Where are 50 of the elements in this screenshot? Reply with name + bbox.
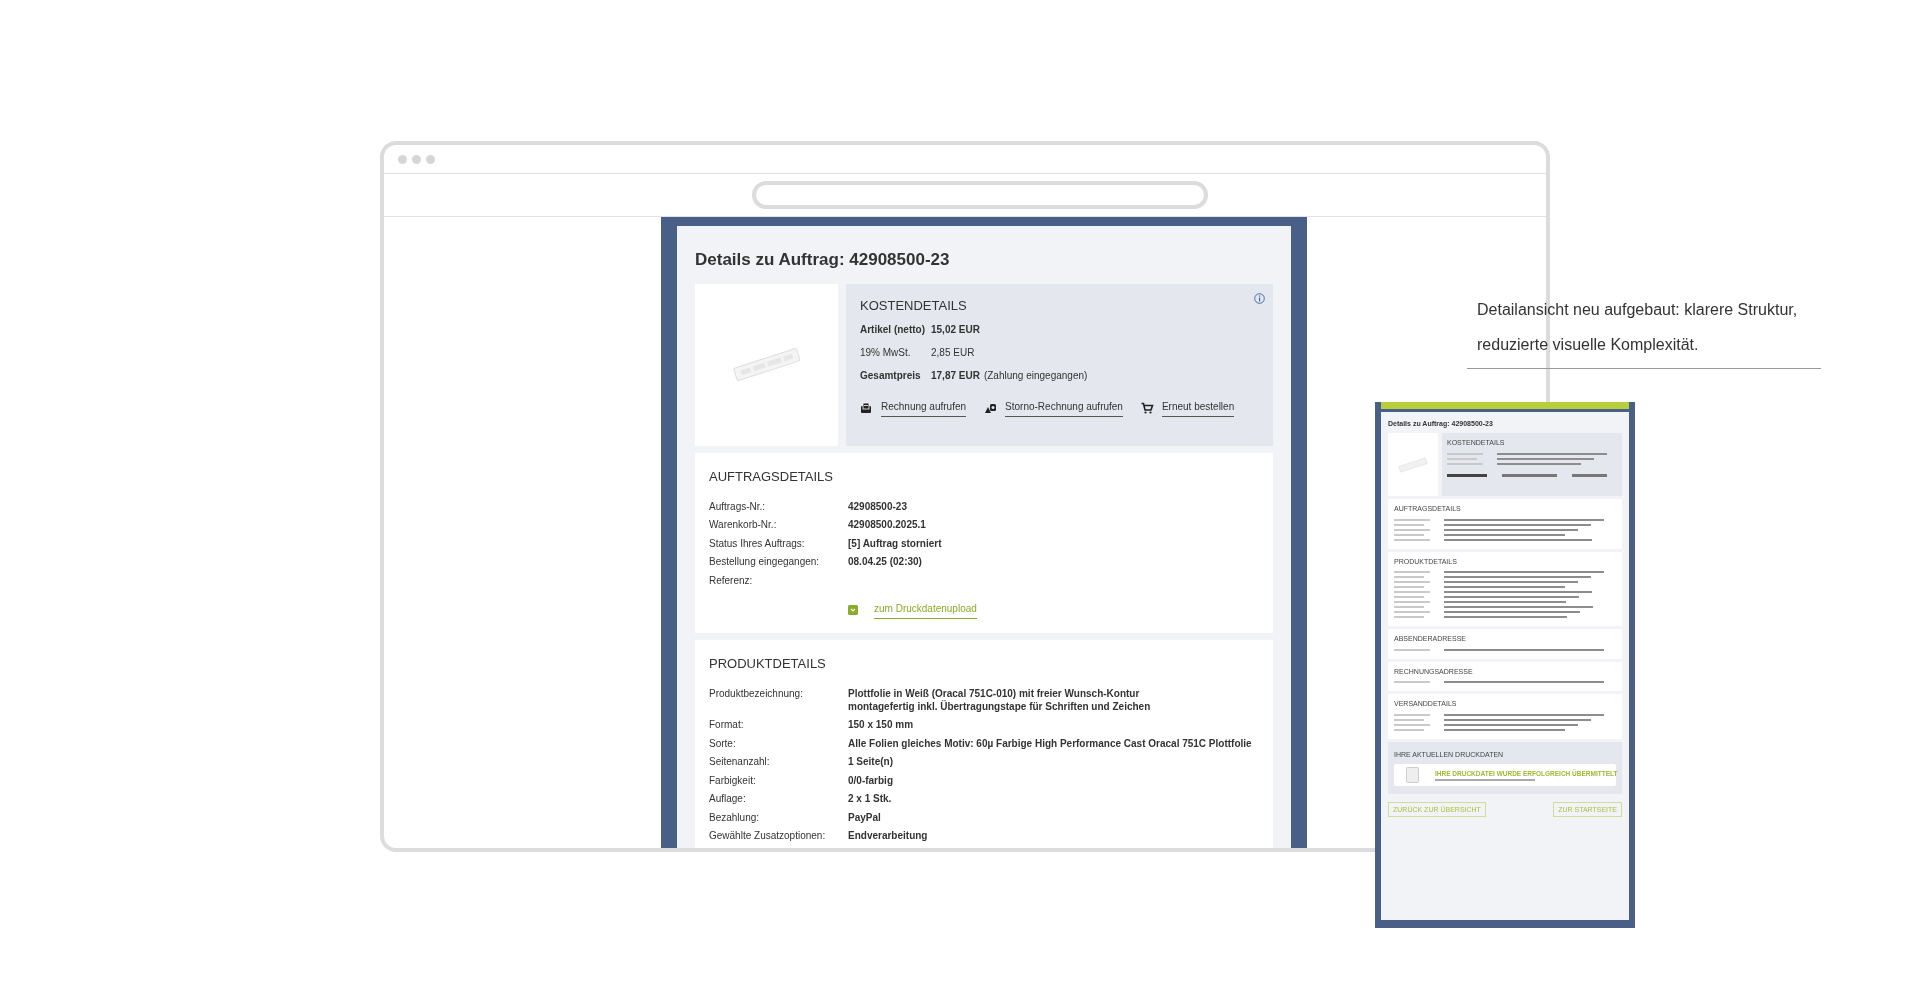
cart-icon [1140, 402, 1154, 414]
envelope-icon [860, 402, 873, 414]
detail-label: Warenkorb-Nr.: [709, 519, 778, 532]
detail-value: 08.04.25 (02:30) [848, 556, 922, 569]
detail-label: Gewählte Zusatzoptionen: [709, 830, 827, 843]
section-heading: AUFTRAGSDETAILS [709, 469, 834, 485]
detail-value: 0/0-farbig [848, 774, 893, 788]
cost-label: Gesamtpreis [860, 369, 922, 383]
detail-value: Endverarbeitung [848, 830, 928, 843]
detail-label: Referenz: [709, 575, 754, 588]
detail-value: 2 x 1 Stk. [848, 793, 892, 806]
detail-label: Bestellung eingegangen: [709, 556, 821, 569]
action-link[interactable]: Erneut bestellen [1161, 399, 1235, 417]
window-dot [426, 154, 435, 164]
section-heading: KOSTENDETAILS [860, 298, 968, 314]
detail-value: 42908500.2025.1 [848, 519, 926, 532]
detail-label: Auflage: [709, 793, 747, 806]
detail-value: Alle Folien gleiches Motiv: 60µ Farbige High Performance Cast Oracal 751C Plottfolie [848, 737, 1252, 751]
window-dot [398, 154, 407, 164]
cost-label: Artikel (netto) [860, 323, 926, 337]
detail-label: Sorte: [709, 737, 737, 751]
detail-value: 42908500-23 [848, 501, 907, 514]
detail-value: 1 Seite(n) [848, 756, 893, 769]
info-icon [1254, 293, 1265, 305]
file-icon [1406, 767, 1419, 784]
detail-label: Status Ihres Auftrags: [709, 538, 806, 551]
detail-label: Bezahlung: [709, 811, 761, 825]
detail-label: Produktbezeichnung: [709, 688, 804, 702]
caption-text: Detailansicht neu aufgebaut: klarere Struktur, reduzierte visuelle Komplexität. [1477, 300, 1799, 355]
address-bar[interactable] [752, 181, 1208, 209]
cost-value: 2,85 EUR [931, 346, 975, 360]
detail-value: PayPal [848, 811, 881, 825]
detail-value: [5] Auftrag storniert [848, 538, 942, 551]
action-link[interactable]: Storno-Rechnung aufrufen [1005, 399, 1123, 417]
detail-label: Auftrags-Nr.: [709, 501, 767, 514]
cost-value: 17,87 EUR [931, 369, 980, 383]
window-dot [412, 154, 421, 164]
section-heading: PRODUKTDETAILS [709, 656, 827, 673]
action-link[interactable]: Rechnung aufrufen [881, 399, 967, 417]
cost-value: 15,02 EUR [931, 323, 980, 337]
cost-label: 19% MwSt. [860, 346, 912, 360]
detail-label: Farbigkeit: [709, 774, 757, 788]
chevron-down-icon [848, 605, 858, 616]
detail-value: 150 x 150 mm [848, 719, 914, 732]
page-title: Details zu Auftrag: 42908500-23 [695, 250, 951, 271]
detail-label: Seitenanzahl: [709, 756, 771, 769]
detail-label: Format: [709, 719, 745, 732]
payment-note: (Zahlung eingegangen) [983, 369, 1088, 383]
warning-icon [984, 402, 998, 414]
detail-value: Plottfolie in Weiß (Oracal 751C-010) mit freier Wunsch-Kontur montagefertig inkl. Übertragungstape für Schriften und Zeichen [848, 688, 1151, 714]
